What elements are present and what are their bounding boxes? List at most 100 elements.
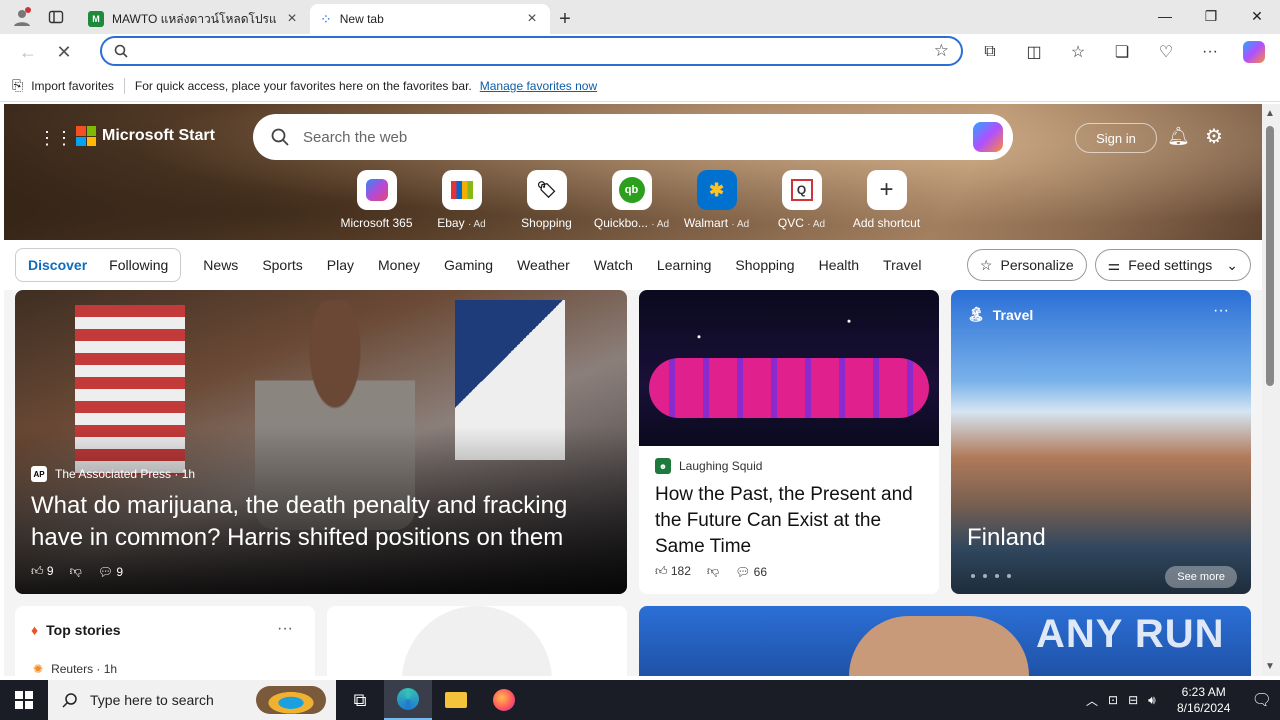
category-play[interactable]: Play xyxy=(327,257,354,273)
notifications-icon[interactable]: 🗨︎ xyxy=(1252,690,1272,710)
address-input[interactable] xyxy=(136,43,926,59)
taskbar-search[interactable]: Type here to search xyxy=(48,680,336,720)
favorite-star-icon[interactable]: ☆ xyxy=(934,41,949,61)
task-view-icon[interactable]: ⧉ xyxy=(336,680,384,720)
copilot-icon[interactable] xyxy=(1236,37,1272,67)
tab-new-tab[interactable]: ⁘ New tab × xyxy=(310,4,550,34)
edge-taskbar-icon[interactable] xyxy=(384,680,432,720)
ap-logo-icon: AP xyxy=(31,466,47,482)
import-favorites-button[interactable]: Import favorites xyxy=(31,79,114,93)
settings-gear-icon[interactable]: ⚙ xyxy=(1205,124,1223,149)
walmart-icon: ✱ xyxy=(696,170,737,210)
category-weather[interactable]: Weather xyxy=(517,257,570,273)
article-reactions: 👍︎ 182 👎︎ 💬︎ 66 xyxy=(655,564,767,579)
back-button[interactable]: ← xyxy=(10,36,46,68)
category-gaming[interactable]: Gaming xyxy=(444,257,493,273)
chevron-up-icon[interactable]: ︿ xyxy=(1086,692,1098,709)
new-tab-button[interactable]: + xyxy=(550,4,580,34)
clock-date: 8/16/2024 xyxy=(1176,701,1231,715)
restore-icon[interactable]: ❐ xyxy=(1188,0,1234,32)
close-tab-icon[interactable]: × xyxy=(524,10,540,28)
address-bar[interactable]: ☆ xyxy=(100,36,963,66)
window-controls: — ❐ ✕ xyxy=(1142,0,1280,32)
travel-card[interactable]: 🏝︎ Travel ··· Finland See more xyxy=(951,290,1251,594)
personalize-button[interactable]: ☆ Personalize xyxy=(966,249,1087,281)
sign-in-button[interactable]: Sign in xyxy=(1075,123,1157,153)
category-learning[interactable]: Learning xyxy=(657,257,712,273)
category-news[interactable]: News xyxy=(203,257,238,273)
article-headline[interactable]: What do marijuana, the death penalty and… xyxy=(31,490,611,554)
secondary-news-card[interactable]: ☻ Laughing Squid How the Past, the Prese… xyxy=(639,290,939,594)
browser-essentials-icon[interactable]: ♡ xyxy=(1148,37,1184,67)
shortcut-quickbooks[interactable]: qb Quickbo... · Ad xyxy=(589,170,674,230)
laughing-squid-logo-icon: ☻ xyxy=(655,458,671,474)
minimize-icon[interactable]: — xyxy=(1142,0,1188,32)
article-headline[interactable]: How the Past, the Present and the Future… xyxy=(655,482,925,560)
category-watch[interactable]: Watch xyxy=(594,257,633,273)
more-options-icon[interactable]: ··· xyxy=(277,620,293,638)
page-scrollbar[interactable]: ▲ ▼ xyxy=(1262,104,1280,676)
shortcut-qvc[interactable]: Q QVC · Ad xyxy=(759,170,844,230)
category-links: News Sports Play Money Gaming Weather Wa… xyxy=(203,257,921,273)
collections-icon[interactable]: ❏ xyxy=(1104,37,1140,67)
close-tab-icon[interactable]: × xyxy=(284,10,300,28)
dislike-icon[interactable]: 👎︎ xyxy=(707,564,719,579)
file-explorer-icon[interactable] xyxy=(432,680,480,720)
like-button[interactable]: 👍︎ 182 xyxy=(655,564,691,579)
comment-button[interactable]: 💬︎ 66 xyxy=(735,565,767,579)
profile-avatar-icon[interactable] xyxy=(6,3,38,31)
more-options-icon[interactable]: ··· xyxy=(1213,302,1229,320)
web-search-box[interactable]: Search the web xyxy=(253,114,1013,160)
clock-time: 6:23 AM xyxy=(1181,685,1226,699)
category-health[interactable]: Health xyxy=(819,257,859,273)
meet-now-icon[interactable]: ⊡ xyxy=(1108,693,1118,707)
volume-icon[interactable]: 🔊︎ xyxy=(1148,693,1156,708)
tab-discover[interactable]: Discover xyxy=(28,257,87,273)
shortcut-walmart[interactable]: ✱ Walmart · Ad xyxy=(674,170,759,230)
sparkle-star-icon: ☆ xyxy=(979,256,993,273)
notifications-bell-icon[interactable]: 🔔︎ xyxy=(1167,126,1190,147)
tab-actions-icon[interactable] xyxy=(40,3,72,31)
shortcut-microsoft-365[interactable]: Microsoft 365 xyxy=(334,170,419,230)
category-sports[interactable]: Sports xyxy=(262,257,302,273)
feed-settings-button[interactable]: ⚌ Feed settings ⌄ xyxy=(1094,249,1251,281)
browser-tools: ⧉ ◫ ☆ ❏ ♡ ··· xyxy=(972,34,1272,70)
tab-following[interactable]: Following xyxy=(109,257,168,273)
see-more-button[interactable]: See more xyxy=(1165,566,1237,588)
firefox-icon[interactable] xyxy=(480,680,528,720)
comment-button[interactable]: 💬︎ 9 xyxy=(98,565,123,579)
dislike-icon[interactable]: 👎︎ xyxy=(70,564,82,579)
shortcut-shopping[interactable]: 🏷︎ Shopping xyxy=(504,170,589,230)
microsoft-start-logo[interactable]: Microsoft Start xyxy=(76,126,215,146)
tab-mawto[interactable]: M MAWTO แหล่งดาวน์โหลดโปรแกรมฟรี × xyxy=(78,4,310,34)
shortcut-add[interactable]: + Add shortcut xyxy=(844,170,929,230)
like-count: 182 xyxy=(670,564,691,578)
network-icon[interactable]: ⊟ xyxy=(1128,693,1138,707)
favorites-icon[interactable]: ☆ xyxy=(1060,37,1096,67)
scroll-up-icon[interactable]: ▲ xyxy=(1265,108,1275,119)
category-money[interactable]: Money xyxy=(378,257,420,273)
divider xyxy=(123,77,125,94)
more-menu-icon[interactable]: ··· xyxy=(1192,37,1228,67)
source-text: Laughing Squid xyxy=(679,459,763,473)
shortcut-ebay[interactable]: Ebay · Ad xyxy=(419,170,504,230)
split-screen-icon[interactable]: ◫ xyxy=(1016,37,1052,67)
category-travel[interactable]: Travel xyxy=(883,257,921,273)
main-news-card[interactable]: AP The Associated Press · 1h What do mar… xyxy=(15,290,627,594)
flame-icon: ♦ xyxy=(31,622,39,638)
scrollbar-thumb[interactable] xyxy=(1266,126,1274,386)
extensions-icon[interactable]: ⧉ xyxy=(972,37,1008,67)
manage-favorites-link[interactable]: Manage favorites now xyxy=(480,79,597,93)
scroll-down-icon[interactable]: ▼ xyxy=(1265,661,1275,672)
close-window-icon[interactable]: ✕ xyxy=(1234,0,1280,32)
stop-loading-button[interactable]: ✕ xyxy=(46,36,82,68)
like-button[interactable]: 👍︎ 9 xyxy=(31,564,54,579)
copilot-icon[interactable] xyxy=(973,122,1003,152)
category-shopping[interactable]: Shopping xyxy=(735,257,794,273)
search-highlight-image xyxy=(256,686,326,714)
travel-place[interactable]: Finland xyxy=(967,524,1046,552)
qvc-icon: Q xyxy=(781,170,822,210)
favorites-bar: ⎘ Import favorites For quick access, pla… xyxy=(0,70,1280,102)
start-button[interactable] xyxy=(0,680,48,720)
clock[interactable]: 6:23 AM 8/16/2024 xyxy=(1166,684,1242,716)
